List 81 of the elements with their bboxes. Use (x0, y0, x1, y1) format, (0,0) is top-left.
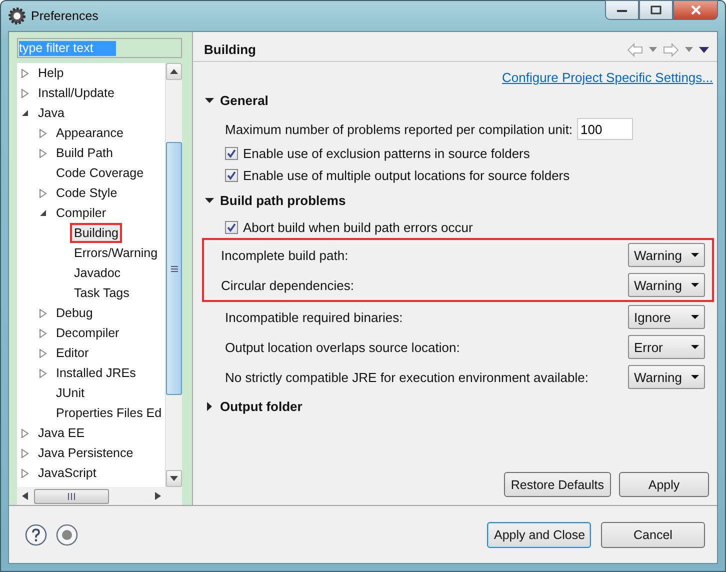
forward-arrow-icon[interactable] (663, 42, 679, 56)
tree-item[interactable]: Errors/Warning (72, 245, 160, 261)
section-title[interactable]: General (220, 92, 268, 108)
field-label: Incomplete build path: (221, 248, 348, 262)
tree-item[interactable]: Editor (54, 345, 91, 361)
checkbox[interactable] (225, 220, 238, 234)
apply-button[interactable]: Apply (619, 472, 709, 497)
page-title: Building (204, 42, 256, 57)
tree-item[interactable]: Properties Files Ed (54, 405, 164, 421)
expand-arrow-icon[interactable] (205, 402, 214, 410)
tree-item[interactable]: JavaScript (36, 465, 98, 481)
scroll-left-icon[interactable] (22, 492, 28, 500)
view-menu-icon[interactable] (699, 46, 709, 52)
close-icon (690, 5, 702, 15)
checkbox-label: Enable use of exclusion patterns in source folders (243, 146, 530, 160)
dropdown[interactable]: Warning (628, 273, 705, 297)
scroll-thumb[interactable] (34, 488, 109, 504)
dropdown-icon[interactable] (649, 47, 657, 52)
help-icon[interactable] (25, 524, 47, 546)
configure-link[interactable]: Configure Project Specific Settings... (502, 70, 713, 85)
field-label: Maximum number of problems reported per compilation unit: (225, 122, 573, 136)
tree-item[interactable]: Help (36, 65, 66, 81)
collapse-arrow-icon[interactable] (205, 98, 214, 102)
scroll-up-button[interactable] (166, 63, 182, 80)
tree-item[interactable]: Java Persistence (36, 445, 136, 461)
dropdown[interactable]: Warning (628, 365, 705, 389)
tree-item[interactable]: Debug (54, 305, 95, 321)
dropdown-icon[interactable] (685, 47, 693, 52)
cancel-button[interactable]: Cancel (601, 522, 705, 548)
tree-item[interactable]: Java EE (36, 425, 87, 441)
dropdown[interactable]: Error (628, 335, 705, 359)
minimize-button[interactable] (605, 0, 639, 20)
number-field[interactable]: 100 (576, 118, 633, 140)
field-label: Circular dependencies: (221, 278, 354, 292)
tree-item[interactable]: Installed JREs (54, 365, 138, 381)
tree-item[interactable]: Code Style (54, 185, 120, 201)
checkbox[interactable] (225, 168, 238, 182)
gear-icon (8, 7, 26, 25)
field-label: Output location overlaps source location: (225, 340, 460, 354)
caret-icon (691, 315, 699, 319)
tree-item[interactable]: Javadoc (72, 265, 123, 281)
checkbox-label: Enable use of multiple output locations for source folders (243, 168, 570, 182)
maximize-icon (650, 5, 662, 15)
caret-icon (691, 345, 699, 349)
checkbox-label: Abort build when build path errors occur (243, 220, 473, 234)
tree-item[interactable]: Decompiler (54, 325, 122, 341)
tree-item[interactable]: Compiler (54, 205, 108, 221)
checkbox[interactable] (225, 146, 238, 160)
down-arrow-icon (170, 476, 178, 481)
caret-icon (691, 283, 699, 287)
section-title[interactable]: Build path problems (220, 192, 346, 208)
scroll-down-button[interactable] (166, 470, 182, 487)
tree-item[interactable]: Build Path (54, 145, 115, 161)
tree-item[interactable]: Appearance (54, 125, 126, 141)
tree-item[interactable]: Install/Update (36, 85, 116, 101)
tree-item[interactable]: Java (36, 105, 66, 121)
dropdown[interactable]: Warning (628, 243, 705, 267)
up-arrow-icon (170, 69, 178, 74)
tree-item[interactable]: JUnit (54, 385, 86, 401)
vertical-scrollbar[interactable] (165, 63, 182, 487)
section-title[interactable]: Output folder (220, 398, 302, 414)
close-button[interactable] (673, 0, 718, 20)
record-icon[interactable] (56, 524, 78, 546)
back-arrow-icon[interactable] (627, 42, 643, 56)
tree-item[interactable]: Building (72, 225, 120, 241)
caret-icon (691, 375, 699, 379)
dropdown[interactable]: Ignore (628, 305, 705, 329)
maximize-button[interactable] (639, 0, 673, 20)
field-label: Incompatible required binaries: (225, 310, 403, 324)
tree-item[interactable]: Task Tags (72, 285, 132, 301)
minimize-icon (616, 7, 628, 13)
horizontal-scrollbar[interactable] (17, 487, 182, 505)
apply-and-close-button[interactable]: Apply and Close (487, 522, 591, 548)
caret-icon (691, 253, 699, 257)
collapse-arrow-icon[interactable] (205, 198, 214, 202)
scroll-thumb[interactable] (166, 142, 182, 395)
tree-item[interactable]: Code Coverage (54, 165, 146, 181)
window-title: Preferences (31, 9, 98, 23)
scroll-right-icon[interactable] (155, 492, 161, 500)
field-label: No strictly compatible JRE for execution environment available: (225, 370, 588, 384)
restore-defaults-button[interactable]: Restore Defaults (504, 472, 611, 497)
